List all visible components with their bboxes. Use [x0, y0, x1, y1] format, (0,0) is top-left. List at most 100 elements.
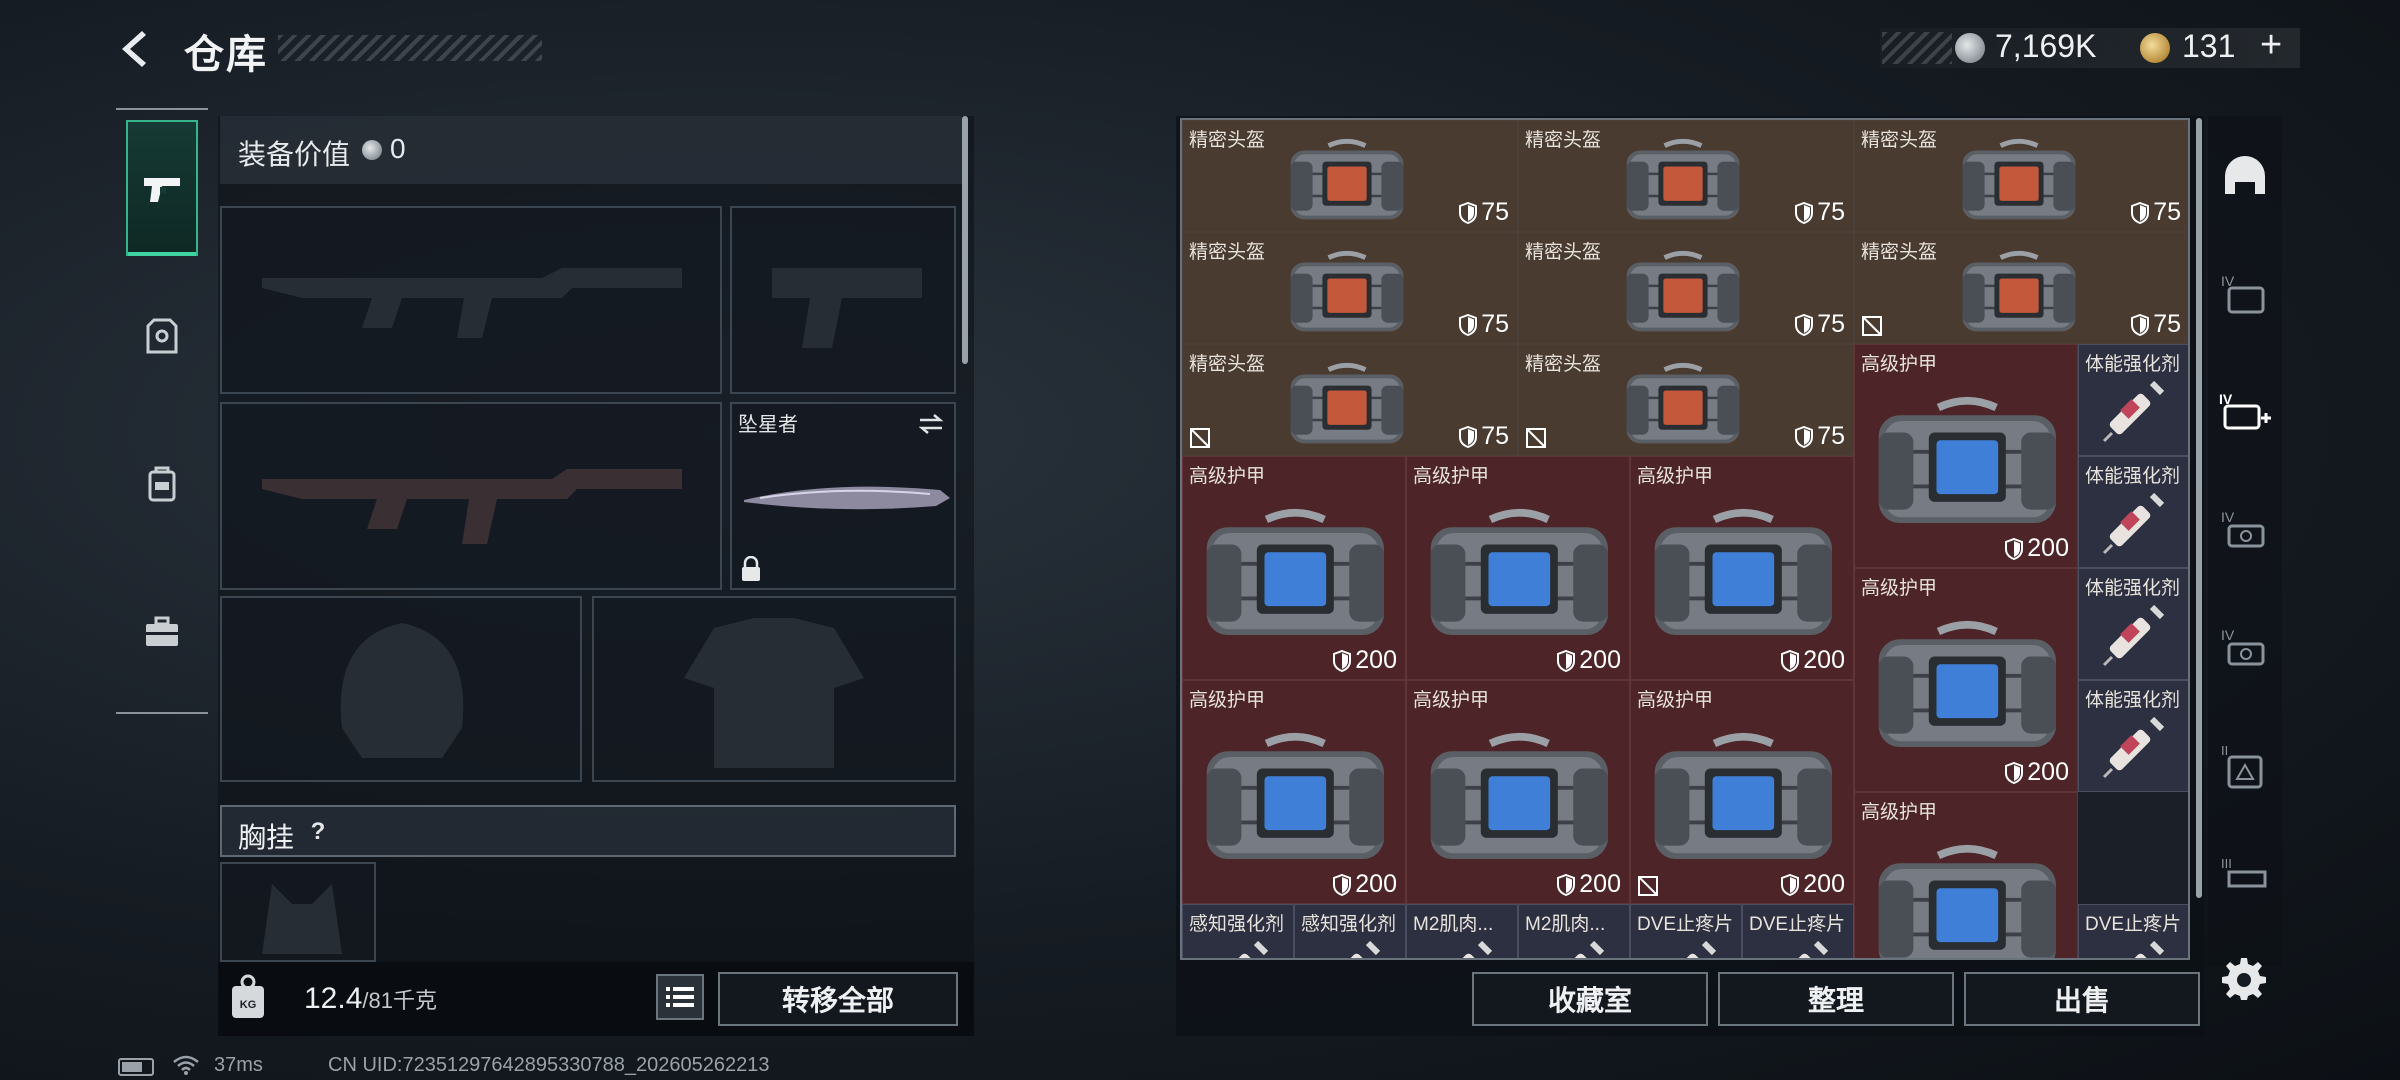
stash-item-armor[interactable]: 高级护甲 [1854, 792, 2078, 958]
filter-ammo-iv-b[interactable]: IV [2212, 598, 2278, 698]
filter-armor-ii[interactable]: II [2212, 716, 2278, 816]
armor-bag-icon [1878, 844, 2056, 958]
stash-item-consumable[interactable]: DVE止疼片 [1630, 904, 1742, 958]
stash-scrollbar[interactable] [2196, 118, 2202, 898]
item-name: 高级护甲 [1413, 690, 1490, 711]
stash-item-consumable[interactable]: 感知强化剂 [1182, 904, 1294, 958]
tab-backpack[interactable] [126, 416, 198, 552]
item-name: 体能强化剂 [2085, 466, 2181, 487]
item-name: 精密头盔 [1861, 242, 1938, 263]
filter-weapon-iii[interactable]: III [2212, 834, 2278, 914]
item-name: 感知强化剂 [1301, 914, 1397, 935]
primary-weapon-slot[interactable] [220, 206, 722, 394]
tab-armor[interactable] [126, 268, 198, 404]
stash-item-armor[interactable]: 高级护甲 200 [1854, 344, 2078, 568]
durability-value: 75 [1481, 198, 1509, 226]
secondary-weapon-slot[interactable] [220, 402, 722, 590]
item-name: 高级护甲 [1861, 354, 1938, 375]
collection-room-button[interactable]: 收藏室 [1472, 972, 1708, 1026]
durability-value: 200 [2027, 758, 2069, 786]
item-name: 体能强化剂 [2085, 354, 2181, 375]
loadout-scrollbar[interactable] [962, 116, 968, 364]
durability-value: 75 [1817, 198, 1845, 226]
filter-backpack-iv[interactable]: IV [2212, 244, 2278, 344]
stash-item-consumable[interactable]: 体能强化剂 [2078, 568, 2188, 680]
item-name: DVE止疼片 [2085, 914, 2182, 935]
stash-item-armor[interactable]: 高级护甲 200 [1406, 456, 1630, 680]
stash-item-armor[interactable]: 高级护甲 200 [1854, 568, 2078, 792]
swap-icon[interactable] [916, 412, 946, 436]
sidearm-slot[interactable] [730, 206, 956, 394]
gear-icon[interactable] [2222, 956, 2266, 1000]
item-name: DVE止疼片 [1749, 914, 1846, 935]
add-currency-button[interactable]: + [2260, 24, 2282, 67]
armor-bag-icon [1206, 508, 1384, 635]
stash-item-consumable[interactable]: 感知强化剂 [1294, 904, 1406, 958]
syringe-icon [2109, 940, 2165, 958]
back-icon[interactable] [112, 25, 160, 73]
stash-item-armor[interactable]: 高级护甲 200 [1182, 680, 1406, 904]
ammo-tier-iv-icon: IV [2221, 509, 2265, 548]
list-view-button[interactable] [656, 974, 704, 1020]
shield-icon [2131, 201, 2150, 224]
stash-item-armor[interactable]: 高级护甲 200 [1630, 456, 1854, 680]
stash-item-helmet[interactable]: 精密头盔 75 [1182, 120, 1518, 232]
shield-icon [1333, 649, 1352, 672]
item-name: 精密头盔 [1861, 130, 1938, 151]
organize-button[interactable]: 整理 [1718, 972, 1954, 1026]
item-durability: 200 [1333, 646, 1397, 675]
stash-item-armor[interactable]: 高级护甲 200 [1630, 680, 1854, 904]
item-durability: 200 [1557, 870, 1621, 899]
item-name: 精密头盔 [1189, 130, 1266, 151]
item-name: 高级护甲 [1413, 466, 1490, 487]
durability-value: 200 [1803, 870, 1845, 898]
sell-button[interactable]: 出售 [1964, 972, 2200, 1026]
shield-icon [1459, 313, 1478, 336]
stash-item-consumable[interactable]: M2肌肉... [1518, 904, 1630, 958]
shield-icon [1795, 425, 1814, 448]
item-name: 高级护甲 [1861, 578, 1938, 599]
filter-ammo-iv[interactable]: IV [2212, 480, 2278, 580]
stash-item-helmet[interactable]: 精密头盔 75 [1518, 232, 1854, 344]
stash-item-armor[interactable]: 高级护甲 200 [1406, 680, 1630, 904]
tab-toolbox[interactable] [126, 564, 198, 700]
shield-icon [1459, 425, 1478, 448]
chest-rig-slot[interactable] [220, 862, 376, 962]
stash-item-consumable[interactable]: 体能强化剂 [2078, 456, 2188, 568]
chest-rig-label: 胸挂 [238, 822, 295, 853]
item-durability: 75 [1795, 310, 1845, 339]
stash-item-helmet[interactable]: 精密头盔 75 [1854, 232, 2188, 344]
help-icon[interactable]: ? [300, 815, 336, 849]
stash-item-consumable[interactable]: 体能强化剂 [2078, 344, 2188, 456]
filter-medkit-iv[interactable]: IV [2212, 362, 2278, 462]
gold-amount: 131 [2182, 28, 2236, 64]
syringe-icon [2102, 716, 2165, 779]
helmet-bag-icon [1962, 250, 2076, 332]
item-name: 精密头盔 [1189, 354, 1266, 375]
stash-item-armor[interactable]: 高级护甲 200 [1182, 456, 1406, 680]
melee-slot[interactable]: 坠星者 [730, 402, 956, 590]
transfer-all-button[interactable]: 转移全部 [718, 972, 958, 1026]
shield-icon [1795, 201, 1814, 224]
tab-weapons[interactable] [126, 120, 198, 256]
stash-item-consumable[interactable]: DVE止疼片 [2078, 904, 2188, 958]
stash-item-consumable[interactable]: M2肌肉... [1406, 904, 1518, 958]
helmet-bag-icon [1962, 138, 2076, 220]
helmet-slot[interactable] [220, 596, 582, 782]
item-durability: 200 [2005, 758, 2069, 787]
stash-item-helmet[interactable]: 精密头盔 75 [1518, 120, 1854, 232]
shield-icon [2005, 761, 2024, 784]
stash-item-helmet[interactable]: 精密头盔 75 [1182, 232, 1518, 344]
filter-helmet[interactable] [2212, 126, 2278, 226]
helmet-filter-icon [2225, 156, 2265, 194]
stash-item-consumable[interactable]: 体能强化剂 [2078, 680, 2188, 792]
stash-item-helmet[interactable]: 精密头盔 75 [1182, 344, 1518, 456]
syringe-icon [1549, 940, 1605, 958]
item-durability: 75 [2131, 310, 2181, 339]
shield-icon [1781, 873, 1800, 896]
stash-item-consumable[interactable]: DVE止疼片 [1742, 904, 1854, 958]
item-durability: 75 [2131, 198, 2181, 227]
stash-item-helmet[interactable]: 精密头盔 75 [1854, 120, 2188, 232]
body-armor-slot[interactable] [592, 596, 956, 782]
stash-item-helmet[interactable]: 精密头盔 75 [1518, 344, 1854, 456]
